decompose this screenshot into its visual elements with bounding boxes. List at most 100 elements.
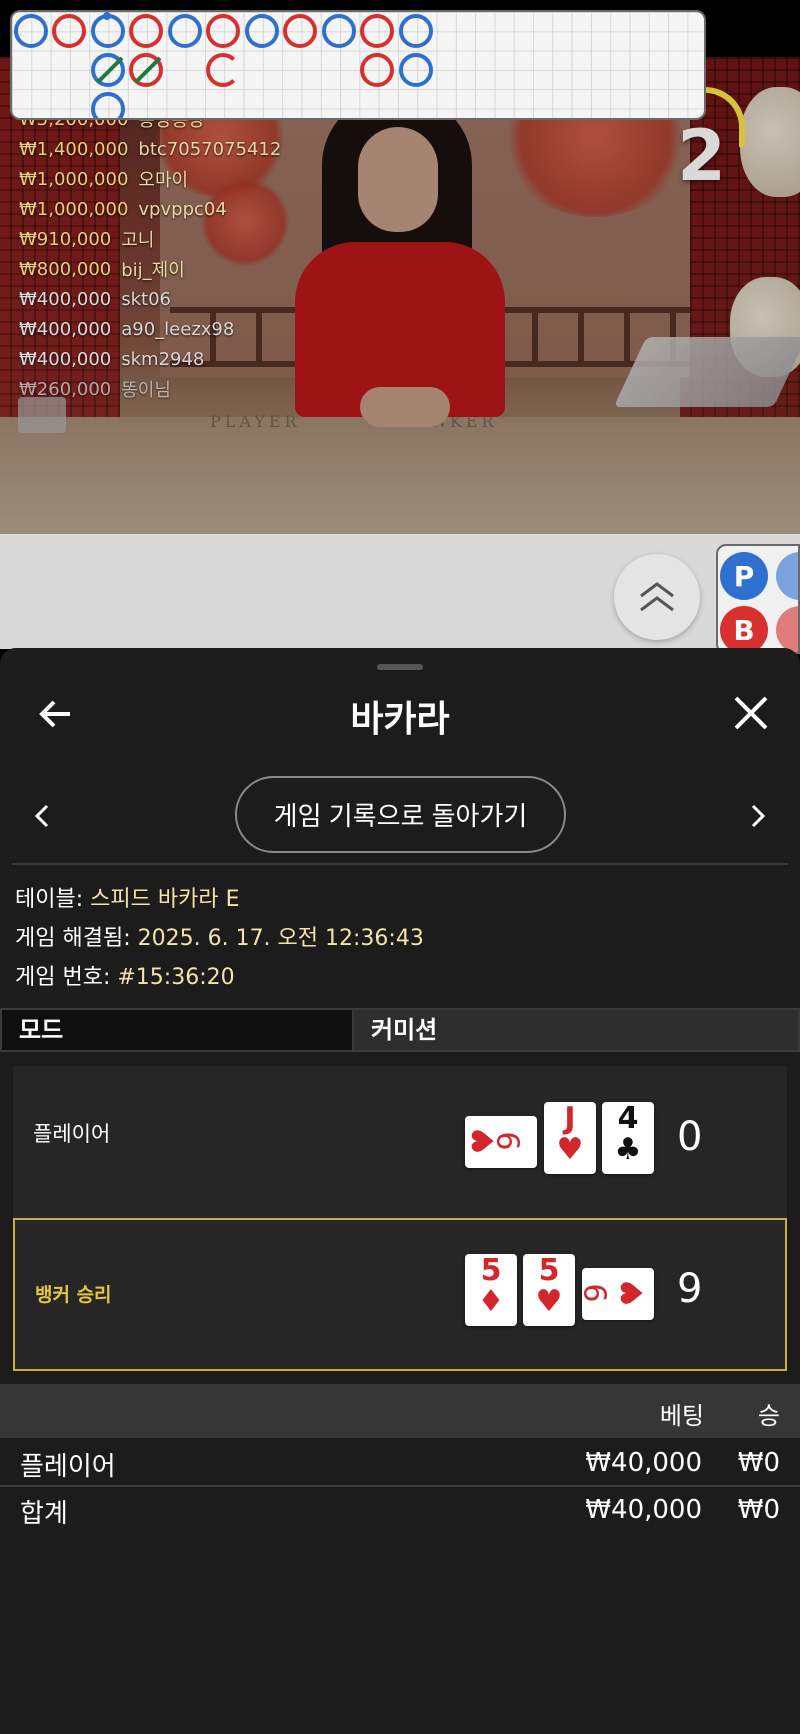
winner-row: ₩400,000 skm2948 <box>19 344 281 374</box>
winner-name: 똥이님 <box>121 380 171 401</box>
divider <box>12 863 788 865</box>
road-cell-banker <box>206 14 240 48</box>
banker-score: 9 <box>677 1266 703 1312</box>
tab-mode[interactable]: 모드 <box>0 1008 354 1052</box>
winner-row: ₩1,400,000 btc7057075412 <box>19 134 281 164</box>
winner-amount: ₩910,000 <box>19 228 112 250</box>
info-label: 게임 해결됨: <box>15 926 131 951</box>
banker-prediction-button[interactable] <box>776 606 798 652</box>
total-label: 합계 <box>20 1499 68 1529</box>
back-button[interactable] <box>36 694 76 734</box>
sheet-header: 바카라 <box>0 682 800 742</box>
winner-name: 오마이 <box>138 170 189 191</box>
playing-card: J ♥ <box>544 1102 596 1174</box>
winner-amount: ₩260,000 <box>19 378 112 400</box>
return-to-history-button[interactable]: 게임 기록으로 돌아가기 <box>235 776 566 853</box>
card-rank: J <box>564 1101 576 1136</box>
winner-amount: ₩400,000 <box>19 288 112 310</box>
winner-row: ₩910,000 고니 <box>19 224 281 254</box>
table-row: 플레이어 ₩40,000 ₩0 <box>0 1440 800 1486</box>
road-cell-banker <box>129 14 163 48</box>
winner-row: ₩800,000 bij_제이 <box>19 254 281 284</box>
playing-card: 5 ♦ <box>465 1254 517 1326</box>
close-icon <box>734 696 768 730</box>
road-cell-banker <box>52 14 86 48</box>
card-rank: 4 <box>617 1101 639 1136</box>
drag-handle[interactable] <box>377 664 423 670</box>
winner-amount: ₩400,000 <box>19 348 112 370</box>
bet-column-header: 베팅 <box>659 1402 704 1430</box>
game-info: 테이블: 스피드 바카라 E 게임 해결됨: 2025. 6. 17. 오전 1… <box>15 880 424 997</box>
road-cell-banker-tie <box>129 53 163 87</box>
live-video[interactable]: PLAYER BANKER ₩5,200,000퐁당퐁당 ₩1,400,000b… <box>0 57 800 534</box>
bead-road[interactable] <box>10 10 706 120</box>
winner-amount: ₩400,000 <box>19 318 112 340</box>
close-button[interactable] <box>730 692 772 734</box>
winner-name: skt06 <box>121 288 171 310</box>
winner-name: bij_제이 <box>121 260 185 281</box>
road-cell-player <box>399 14 433 48</box>
road-cell-player <box>399 53 433 87</box>
double-chevron-up-icon <box>640 582 674 612</box>
playing-card: 9 ♥ <box>579 1268 654 1320</box>
tab-commission[interactable]: 커미션 <box>354 1008 800 1052</box>
win-column-header: 승 <box>757 1402 780 1430</box>
playing-card: 4 ♣ <box>602 1102 654 1174</box>
winner-row: ₩400,000 skt06 <box>19 284 281 314</box>
arrow-left-icon <box>39 700 70 728</box>
winner-amount: ₩1,000,000 <box>19 198 129 220</box>
playing-card: ♥ 9 <box>465 1116 537 1168</box>
player-prediction-button[interactable] <box>776 552 798 600</box>
player-result: 플레이어 ♥ 9 J ♥ 4 ♣ 0 <box>13 1066 787 1219</box>
winner-amount: ₩1,000,000 <box>19 168 129 190</box>
expand-roadmap-button[interactable] <box>614 554 700 640</box>
resolved-info: 게임 해결됨: 2025. 6. 17. 오전 12:36:43 <box>15 919 424 958</box>
player-score: 0 <box>677 1114 703 1160</box>
card-rank: 5 <box>538 1253 560 1288</box>
info-value: 2025. 6. 17. 오전 12:36:43 <box>137 926 424 951</box>
previous-game-button[interactable] <box>22 796 62 836</box>
info-value: #15:36:20 <box>117 965 235 990</box>
road-cell-banker <box>206 53 240 87</box>
winner-name: 고니 <box>121 230 155 251</box>
page-title: 바카라 <box>350 699 450 740</box>
chevron-right-icon <box>751 804 766 828</box>
player-prediction-button[interactable]: P <box>720 552 768 600</box>
winner-row: ₩1,000,000 vpvppc04 <box>19 194 281 224</box>
bets-table-header: 베팅 승 <box>0 1384 800 1438</box>
road-cell-banker <box>360 14 394 48</box>
game-number-info: 게임 번호: #15:36:20 <box>15 958 424 997</box>
road-cell-banker <box>360 53 394 87</box>
win-amount: ₩0 <box>737 1448 780 1478</box>
winner-name: a90_leezx98 <box>121 318 235 340</box>
prediction-panel[interactable]: P B <box>716 544 800 654</box>
road-cell-player-tie <box>91 53 125 87</box>
winner-name: btc7057075412 <box>138 138 282 160</box>
game-nav: 게임 기록으로 돌아가기 <box>0 776 800 854</box>
info-label: 게임 번호: <box>15 965 111 990</box>
next-game-button[interactable] <box>738 796 778 836</box>
card-rank: 5 <box>480 1253 502 1288</box>
road-cell-player <box>322 14 356 48</box>
winner-name: vpvppc04 <box>138 198 227 220</box>
app-root: PLAYER BANKER ₩5,200,000퐁당퐁당 ₩1,400,000b… <box>0 0 800 1734</box>
road-cell-player <box>14 14 48 48</box>
winner-amount: ₩1,400,000 <box>19 138 129 160</box>
card-rank: 9 <box>579 1283 615 1303</box>
winner-row: ₩400,000 a90_leezx98 <box>19 314 281 344</box>
table-row-total: 합계 ₩40,000 ₩0 <box>0 1487 800 1533</box>
banker-prediction-button[interactable]: B <box>720 606 768 652</box>
card-rank: 9 <box>492 1131 528 1151</box>
total-bet-amount: ₩40,000 <box>585 1495 702 1525</box>
card-suit: ♦ <box>477 1284 505 1319</box>
card-suit: ♣ <box>614 1132 642 1167</box>
road-cell-player <box>91 12 125 48</box>
banker-label: 뱅커 승리 <box>35 1284 112 1306</box>
road-cell-banker <box>283 14 317 48</box>
card-suit: ♥ <box>615 1279 651 1307</box>
road-cell-player <box>91 92 125 118</box>
card-suit: ♥ <box>556 1132 584 1167</box>
bet-amount: ₩40,000 <box>585 1448 702 1478</box>
winner-amount: ₩800,000 <box>19 258 112 280</box>
road-cell-player <box>168 14 202 48</box>
